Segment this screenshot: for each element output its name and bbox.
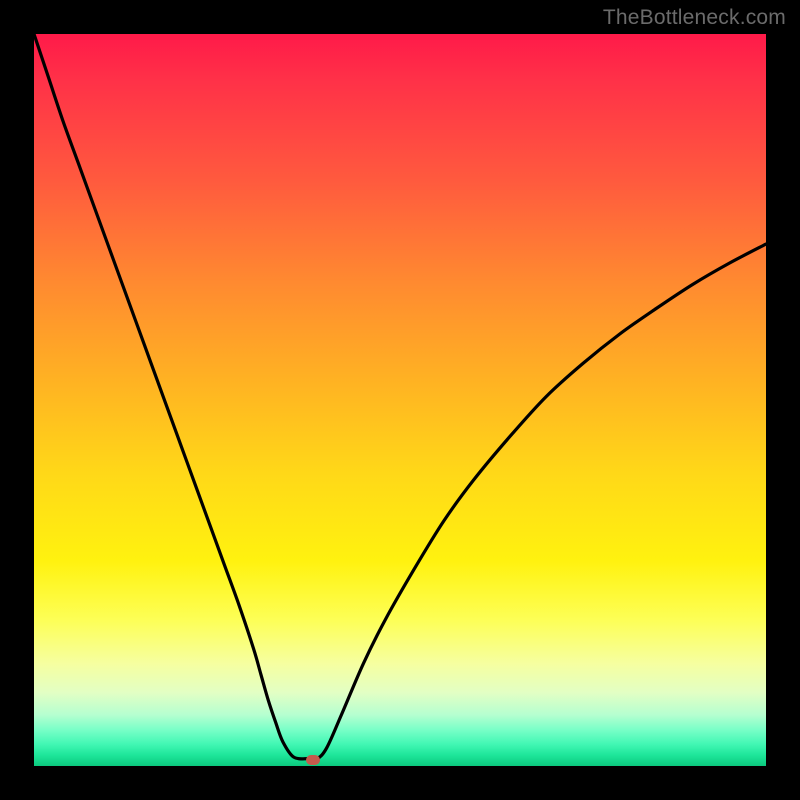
- bottleneck-curve: [34, 34, 766, 766]
- watermark-text: TheBottleneck.com: [603, 6, 786, 30]
- optimal-point-marker: [306, 755, 320, 765]
- chart-frame: TheBottleneck.com: [0, 0, 800, 800]
- plot-area: [34, 34, 766, 766]
